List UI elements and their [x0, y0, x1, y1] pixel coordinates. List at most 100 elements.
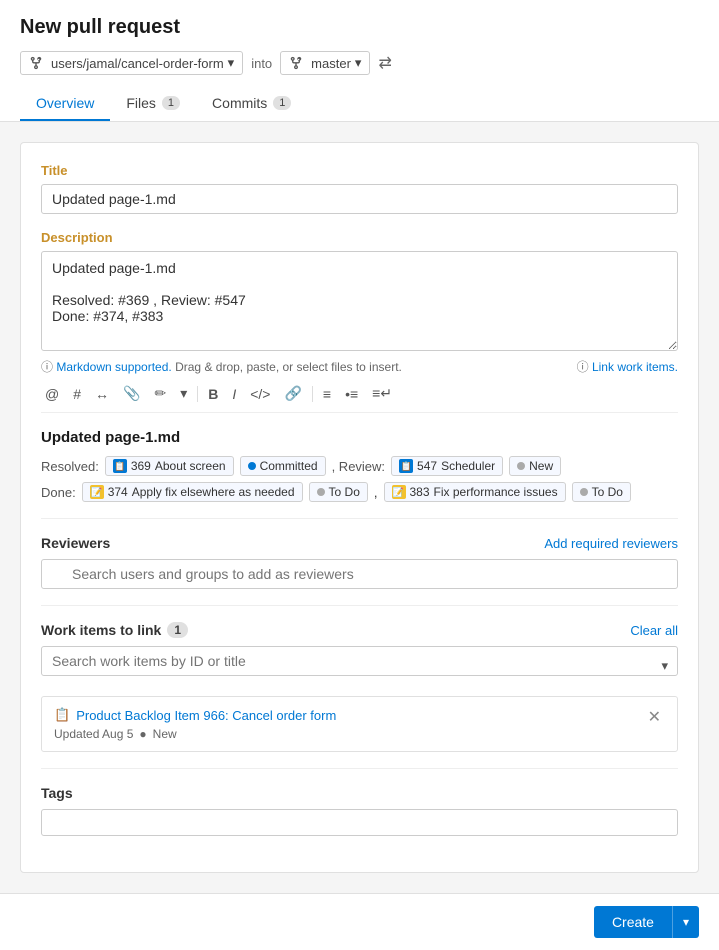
item-374-id: 374	[108, 485, 128, 499]
item-383-title: Fix performance issues	[434, 485, 558, 499]
resolved-row: Resolved: 📋 369 About screen Committed ,…	[41, 456, 678, 476]
footer-bar: Create ▾	[0, 893, 719, 950]
toolbar-emoji-dropdown[interactable]: ▾	[176, 383, 191, 404]
toolbar-at[interactable]: @	[41, 384, 63, 404]
tab-overview-label: Overview	[36, 95, 94, 111]
branch-icon	[29, 56, 43, 70]
target-branch-selector[interactable]: master ▾	[280, 51, 370, 75]
item-369-status-dot	[248, 462, 256, 470]
toolbar-code[interactable]: </>	[246, 384, 274, 404]
toolbar-ul[interactable]: •≡	[341, 384, 362, 404]
item-369-title: About screen	[155, 459, 226, 473]
item-547-status-tag: New	[509, 456, 561, 476]
create-dropdown-button[interactable]: ▾	[672, 906, 699, 938]
item-374-status-tag: To Do	[309, 482, 368, 502]
linked-item-status: New	[153, 727, 177, 741]
item-374-tag[interactable]: 📝 374 Apply fix elsewhere as needed	[82, 482, 303, 502]
create-button[interactable]: Create	[594, 906, 672, 938]
linked-item-title-text: Product Backlog Item 966: Cancel order f…	[76, 708, 336, 723]
toolbar-indent[interactable]: ≡↵	[368, 383, 396, 404]
toolbar-divider-2	[312, 386, 313, 402]
linked-item-meta: Updated Aug 5 ● New	[54, 727, 336, 741]
toolbar-emoji[interactable]: ✏	[150, 383, 170, 404]
toolbar-mention[interactable]: ↔	[91, 384, 113, 404]
main-content: Title Description Updated page-1.md Reso…	[0, 122, 719, 893]
reviewers-search-input[interactable]	[41, 559, 678, 589]
item-383-status: To Do	[592, 485, 623, 499]
tab-files[interactable]: Files 1	[110, 87, 196, 121]
item-383-icon: 📝	[392, 485, 406, 499]
item-369-icon: 📋	[113, 459, 127, 473]
item-547-tag[interactable]: 📋 547 Scheduler	[391, 456, 503, 476]
linked-item-status-dot: ●	[139, 727, 146, 741]
toolbar-bold[interactable]: B	[204, 384, 222, 404]
source-branch-selector[interactable]: users/jamal/cancel-order-form ▾	[20, 51, 243, 75]
resolved-label: Resolved:	[41, 459, 99, 474]
title-input[interactable]	[41, 184, 678, 214]
toolbar-ol[interactable]: ≡	[319, 384, 335, 404]
toolbar-attach[interactable]: 📎	[119, 383, 144, 404]
editor-toolbar: @ # ↔ 📎 ✏ ▾ B I </> 🔗 ≡ •≡ ≡↵	[41, 383, 678, 413]
linked-item: 📋 Product Backlog Item 966: Cancel order…	[41, 696, 678, 752]
tags-input[interactable]	[41, 809, 678, 836]
tab-bar: Overview Files 1 Commits 1	[20, 87, 699, 121]
item-383-status-tag: To Do	[572, 482, 631, 502]
toolbar-italic[interactable]: I	[228, 384, 240, 404]
description-textarea[interactable]: Updated page-1.md Resolved: #369 , Revie…	[41, 251, 678, 351]
linked-item-info: 📋 Product Backlog Item 966: Cancel order…	[54, 707, 336, 741]
tab-overview[interactable]: Overview	[20, 87, 110, 121]
description-label: Description	[41, 230, 678, 245]
tags-section: Tags	[41, 785, 678, 836]
link-work-items-bar: ⓘ Link work items.	[577, 358, 678, 375]
swap-branches-button[interactable]: ⇄	[378, 53, 391, 73]
item-383-id: 383	[410, 485, 430, 499]
linked-item-icon: 📋	[54, 707, 70, 723]
target-branch-label: master	[311, 56, 351, 71]
item-369-status: Committed	[260, 459, 318, 473]
reviewers-search-wrapper: 🔍	[41, 559, 678, 589]
source-branch-chevron: ▾	[228, 55, 235, 71]
item-547-icon: 📋	[399, 459, 413, 473]
item-374-title: Apply fix elsewhere as needed	[132, 485, 295, 499]
toolbar-divider-1	[197, 386, 198, 402]
item-374-status-dot	[317, 488, 325, 496]
tab-files-badge: 1	[162, 96, 180, 110]
work-items-search-input[interactable]	[41, 646, 678, 676]
remove-linked-item-button[interactable]: ✕	[644, 707, 665, 727]
item-383-tag[interactable]: 📝 383 Fix performance issues	[384, 482, 566, 502]
reviewers-header: Reviewers Add required reviewers	[41, 535, 678, 551]
branch-target-icon	[289, 56, 303, 70]
work-items-label: Work items to link 1	[41, 622, 188, 638]
markdown-drag-text: Drag & drop, paste, or select files to i…	[175, 360, 402, 374]
clear-all-link[interactable]: Clear all	[630, 623, 678, 638]
markdown-link[interactable]: Markdown supported.	[56, 360, 171, 374]
add-required-reviewers-link[interactable]: Add required reviewers	[544, 536, 678, 551]
preview-title: Updated page-1.md	[41, 429, 678, 446]
tab-commits[interactable]: Commits 1	[196, 87, 307, 121]
toolbar-hash[interactable]: #	[69, 384, 85, 404]
tags-label: Tags	[41, 785, 678, 801]
target-branch-chevron: ▾	[355, 55, 362, 71]
create-btn-group: Create ▾	[594, 906, 699, 938]
tab-commits-label: Commits	[212, 95, 267, 111]
done-label: Done:	[41, 485, 76, 500]
toolbar-link[interactable]: 🔗	[280, 383, 305, 404]
item-547-status-dot	[517, 462, 525, 470]
review-label: , Review:	[332, 459, 385, 474]
markdown-info: ⓘ Markdown supported. Drag & drop, paste…	[41, 358, 402, 375]
item-369-tag[interactable]: 📋 369 About screen	[105, 456, 234, 476]
linked-item-title[interactable]: 📋 Product Backlog Item 966: Cancel order…	[54, 707, 336, 723]
item-383-status-dot	[580, 488, 588, 496]
linked-item-updated: Updated Aug 5	[54, 727, 133, 741]
title-label: Title	[41, 163, 678, 178]
page-title: New pull request	[20, 16, 699, 39]
page-header: New pull request users/jamal/cancel-orde…	[0, 0, 719, 122]
work-items-dropdown-wrapper: ▾	[41, 646, 678, 686]
source-branch-label: users/jamal/cancel-order-form	[51, 56, 224, 71]
tab-commits-badge: 1	[273, 96, 291, 110]
comma-374: ,	[374, 485, 378, 500]
item-369-status-tag: Committed	[240, 456, 326, 476]
link-work-items-link[interactable]: Link work items.	[592, 360, 678, 374]
done-row: Done: 📝 374 Apply fix elsewhere as neede…	[41, 482, 678, 502]
divider-3	[41, 768, 678, 769]
